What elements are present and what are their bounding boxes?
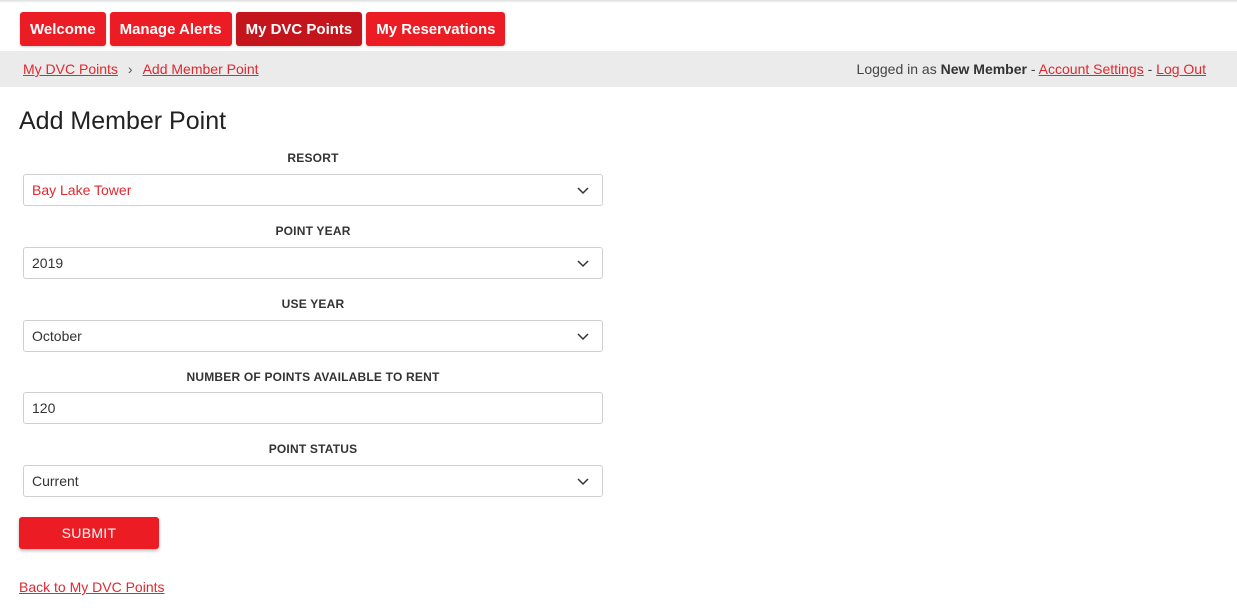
logged-in-prefix: Logged in as [856,61,937,77]
separator-dash: - [1030,61,1036,77]
breadcrumb-separator-icon: › [127,61,133,77]
point-year-select[interactable]: 2019 [23,247,603,279]
page-title: Add Member Point [19,107,227,135]
submit-button[interactable]: SUBMIT [19,517,159,549]
point-year-label: POINT YEAR [275,224,351,238]
points-available-input-value: 120 [32,400,56,416]
use-year-select[interactable]: October [23,320,603,352]
back-to-my-dvc-points-link[interactable]: Back to My DVC Points [19,579,165,595]
points-available-input[interactable]: 120 [23,392,603,424]
user-name: New Member [940,61,1027,77]
breadcrumb-link-my-dvc-points[interactable]: My DVC Points [23,61,118,77]
point-status-label: POINT STATUS [268,442,358,456]
nav-tab-my-dvc-points[interactable]: My DVC Points [235,12,363,46]
nav-tab-welcome[interactable]: Welcome [20,12,106,46]
resort-label: RESORT [287,151,339,165]
nav-tab-manage-alerts[interactable]: Manage Alerts [109,12,232,46]
breadcrumb: My DVC Points › Add Member Point [23,61,259,77]
chevron-down-icon [577,187,589,195]
use-year-select-value: October [32,328,82,344]
separator-dash: - [1147,61,1153,77]
breadcrumb-link-add-member-point[interactable]: Add Member Point [143,61,259,77]
account-settings-link[interactable]: Account Settings [1039,61,1144,77]
point-status-select-value: Current [32,473,79,489]
point-year-select-value: 2019 [32,255,64,271]
main-nav: Welcome Manage Alerts My DVC Points My R… [20,12,506,46]
logout-link[interactable]: Log Out [1156,61,1206,77]
user-info: Logged in as New Member - Account Settin… [857,61,1206,77]
chevron-down-icon [577,260,589,268]
resort-select[interactable]: Bay Lake Tower [23,174,603,206]
breadcrumb-bar: My DVC Points › Add Member Point Logged … [0,51,1237,87]
use-year-label: USE YEAR [281,297,345,311]
point-status-select[interactable]: Current [23,465,603,497]
chevron-down-icon [577,333,589,341]
points-available-label: NUMBER OF POINTS AVAILABLE TO RENT [186,370,440,384]
nav-tab-my-reservations[interactable]: My Reservations [366,12,506,46]
resort-select-value: Bay Lake Tower [32,182,132,198]
top-shadow [0,0,1237,3]
chevron-down-icon [577,478,589,486]
